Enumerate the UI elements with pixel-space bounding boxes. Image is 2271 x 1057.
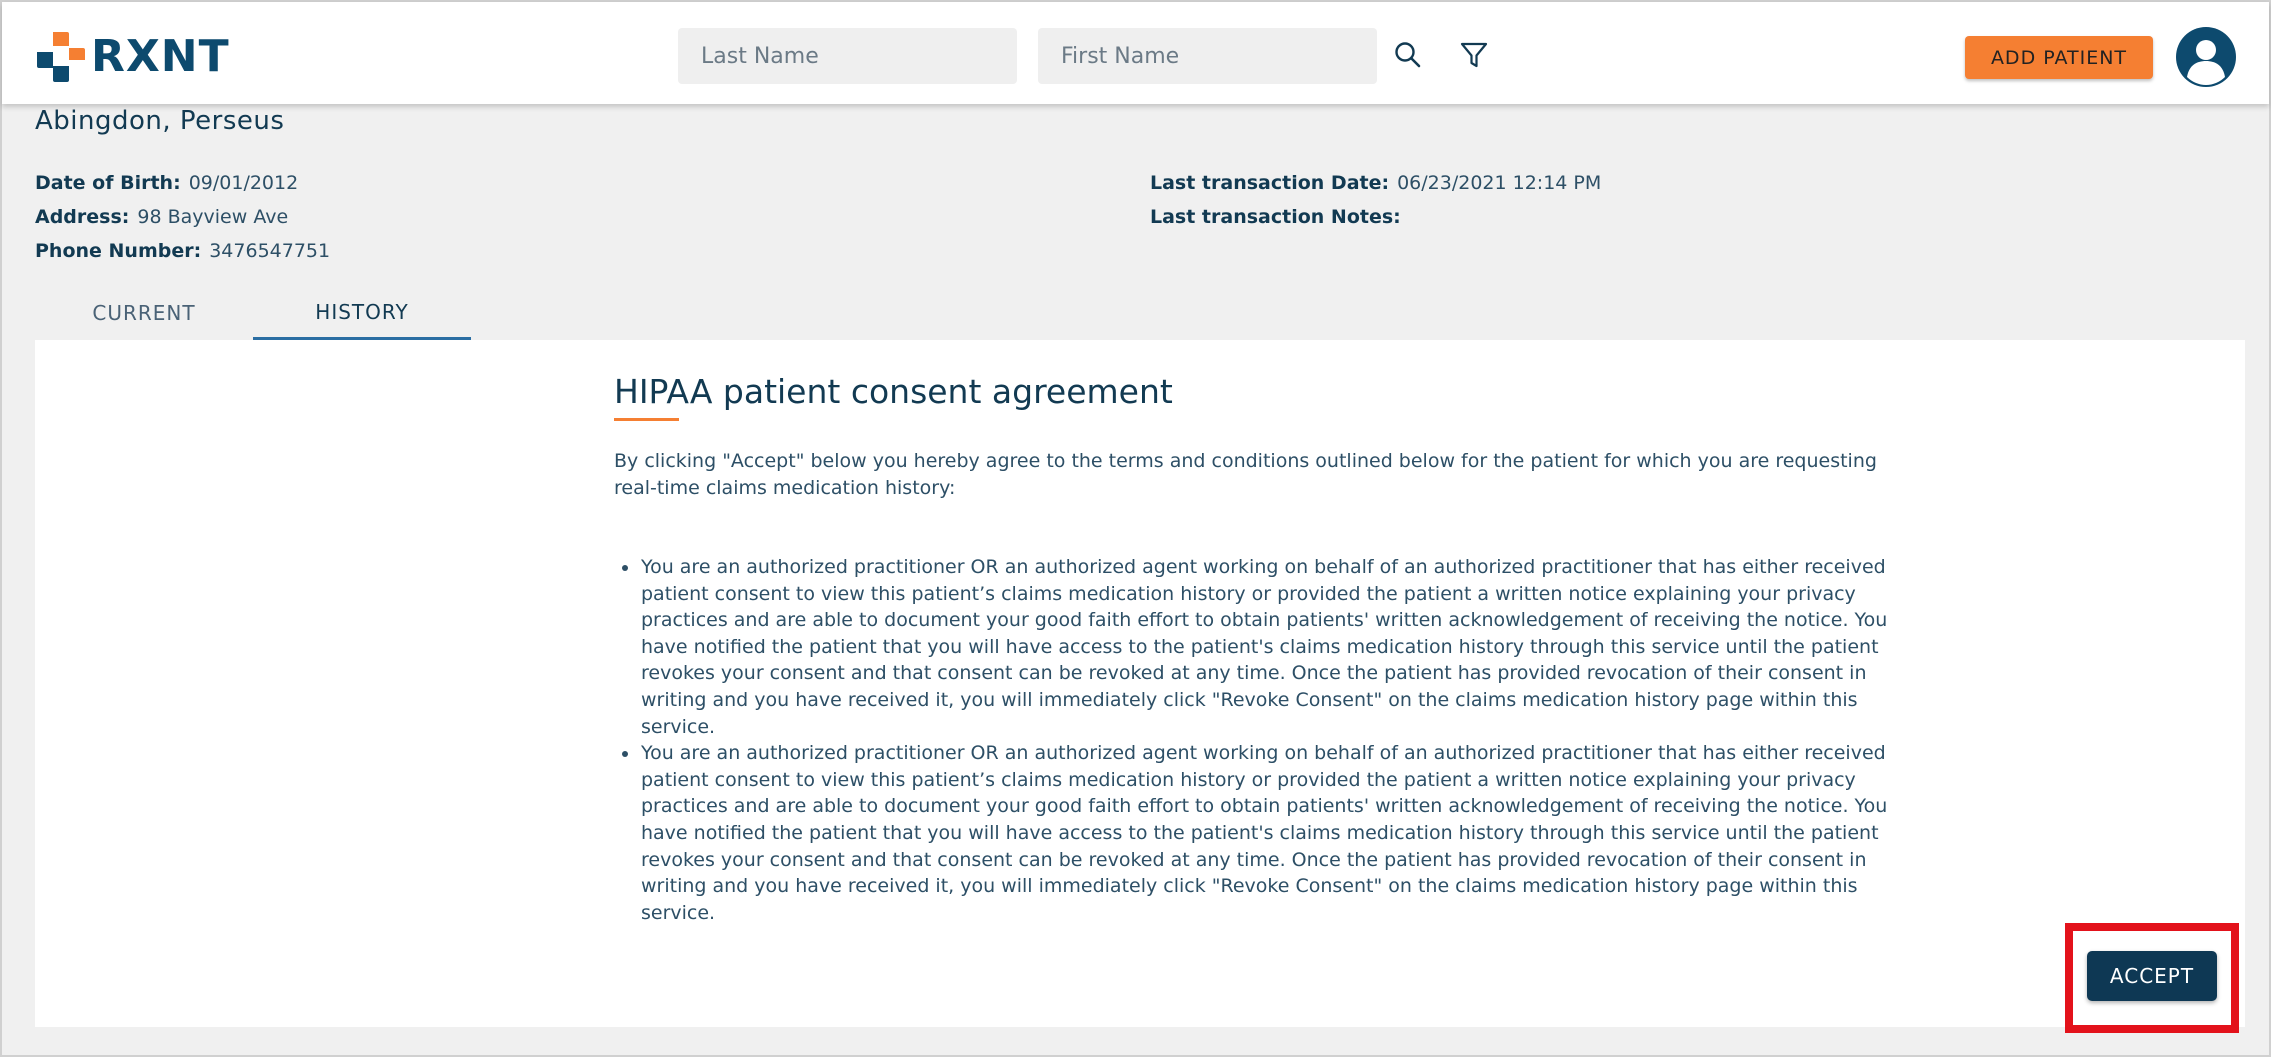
accept-button[interactable]: ACCEPT	[2087, 951, 2217, 1001]
dob-row: Date of Birth: 09/01/2012	[35, 172, 298, 194]
consent-intro: By clicking "Accept" below you hereby ag…	[614, 450, 1877, 499]
consent-title: HIPAA patient consent agreement	[614, 372, 1173, 411]
last-transaction-date-label: Last transaction Date:	[1150, 172, 1390, 194]
last-transaction-notes-row: Last transaction Notes:	[1150, 206, 1409, 228]
phone-label: Phone Number:	[35, 240, 202, 262]
tab-current[interactable]: CURRENT	[35, 286, 253, 340]
consent-term-item: You are an authorized practitioner OR an…	[622, 554, 1913, 740]
title-underline	[614, 418, 679, 421]
tab-history[interactable]: HISTORY	[253, 286, 471, 340]
user-avatar-icon[interactable]	[2176, 27, 2236, 87]
patient-name: Abingdon, Perseus	[35, 106, 285, 136]
top-header: RXNT ADD PATIENT	[2, 2, 2269, 104]
last-transaction-notes-label: Last transaction Notes:	[1150, 206, 1401, 228]
last-transaction-date-value: 06/23/2021 12:14 PM	[1397, 172, 1602, 194]
dob-value: 09/01/2012	[188, 172, 299, 194]
last-name-input[interactable]	[678, 28, 1017, 84]
cross-logo-icon	[37, 32, 85, 82]
logo-text: RXNT	[91, 31, 230, 82]
filter-icon[interactable]	[1458, 39, 1490, 71]
last-transaction-date-row: Last transaction Date: 06/23/2021 12:14 P…	[1150, 172, 1601, 194]
address-value: 98 Bayview Ave	[137, 206, 289, 228]
consent-panel: HIPAA patient consent agreement By click…	[35, 340, 2245, 1027]
phone-value: 3476547751	[209, 240, 331, 262]
page: RXNT ADD PATIENT Abingdon, Perseus Date …	[0, 0, 2271, 1057]
consent-terms-list: You are an authorized practitioner OR an…	[622, 554, 1913, 926]
rxnt-logo[interactable]: RXNT	[35, 30, 230, 84]
phone-row: Phone Number: 3476547751	[35, 240, 330, 262]
first-name-input[interactable]	[1038, 28, 1377, 84]
address-row: Address: 98 Bayview Ave	[35, 206, 288, 228]
consent-term-item: You are an authorized practitioner OR an…	[622, 740, 1913, 926]
dob-label: Date of Birth:	[35, 172, 181, 194]
add-patient-button[interactable]: ADD PATIENT	[1965, 36, 2153, 79]
search-icon[interactable]	[1392, 39, 1424, 71]
address-label: Address:	[35, 206, 130, 228]
